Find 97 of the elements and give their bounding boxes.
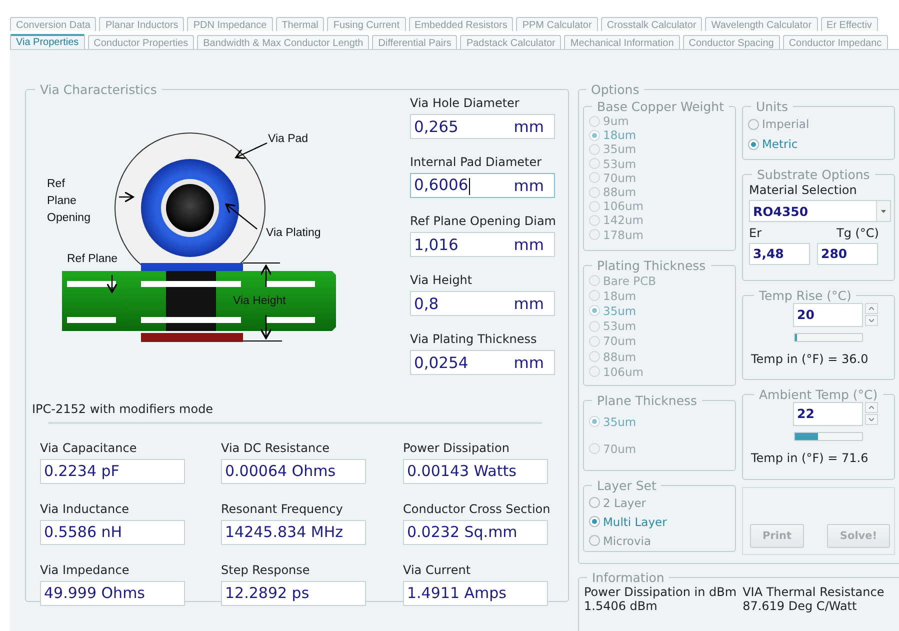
field-label: Tg (°C): [836, 226, 879, 240]
diagram-label: Ref Plane: [67, 252, 118, 267]
tab[interactable]: Via Properties: [10, 34, 85, 49]
tab[interactable]: Bandwidth & Max Conductor Length: [197, 35, 370, 49]
diagram-label: Via Pad: [268, 132, 308, 147]
panel-title: Via Characteristics: [39, 82, 158, 97]
radio-option[interactable]: Imperial: [748, 114, 889, 134]
result-label: Via DC Resistance: [221, 440, 331, 457]
result-field: 12.2892 ps: [221, 581, 366, 606]
radio-option[interactable]: Metric: [748, 134, 889, 154]
field-label: Ref Plane Opening Diam: [410, 213, 556, 230]
group-title: Plane Thickness: [596, 393, 698, 408]
result-field: 1.4911 Amps: [403, 581, 548, 606]
tab[interactable]: Mechanical Information: [564, 35, 680, 49]
temperature-input[interactable]: 20: [793, 303, 863, 327]
tab[interactable]: Padstack Calculator: [460, 35, 562, 49]
diagram-label: Ref Plane Opening: [47, 177, 92, 226]
caret-down-icon: [869, 319, 874, 322]
input-field[interactable]: 0,8 mm: [410, 291, 555, 316]
leader-line: [235, 142, 268, 160]
material-dropdown[interactable]: RO4350: [749, 200, 891, 222]
result-label: Via Capacitance: [40, 440, 138, 457]
tab[interactable]: PDN Impedance: [187, 17, 273, 31]
dropdown-caret-icon: [881, 210, 886, 212]
info-value: 1.5406 dBm: [584, 599, 658, 613]
tab[interactable]: Conductor Impedanc: [782, 35, 888, 49]
result-field: 0.00143 Watts: [403, 459, 548, 484]
result-field: 14245.834 MHz: [221, 520, 366, 545]
group-title: Substrate Options: [756, 167, 871, 182]
tab[interactable]: Conductor Spacing: [682, 35, 780, 49]
result-label: Power Dissipation: [403, 440, 510, 457]
info-value: 87.619 Deg C/Watt: [742, 599, 858, 613]
temperature-input[interactable]: 22: [793, 402, 863, 426]
caret-up-icon: [869, 406, 874, 409]
tab[interactable]: Thermal: [276, 17, 324, 31]
leader-line: [225, 203, 258, 230]
spin-down-button[interactable]: [865, 315, 878, 326]
group-title: Temp Rise (°C): [758, 288, 852, 303]
group-title: Plating Thickness: [596, 258, 707, 273]
field-label: Via Plating Thickness: [410, 331, 538, 348]
tab[interactable]: Wavelength Calculator: [705, 17, 818, 31]
slider-track[interactable]: [794, 432, 863, 441]
field-label: Material Selection: [749, 183, 858, 197]
result-label: Conductor Cross Section: [403, 501, 552, 518]
group-title: Ambient Temp (°C): [758, 387, 879, 402]
result-field: 0.2234 pF: [40, 459, 185, 484]
input-field[interactable]: 1,016 mm: [410, 232, 555, 257]
tab[interactable]: Conversion Data: [10, 17, 96, 31]
diagram-label: Via Height: [233, 294, 286, 309]
radio-option[interactable]: Microvia: [589, 531, 730, 550]
field-label: Via Hole Diameter: [410, 95, 520, 112]
tab[interactable]: Crosstalk Calculator: [600, 17, 702, 31]
temperature-reading: Temp in (°F) = 71.6: [751, 451, 870, 465]
radio-option[interactable]: Multi Layer: [589, 512, 730, 531]
result-field: 49.999 Ohms: [40, 581, 185, 606]
input-field[interactable]: 0,6006 mm: [410, 173, 555, 198]
result-label: Step Response: [221, 562, 311, 579]
tab[interactable]: PPM Calculator: [516, 17, 598, 31]
result-field: 0.5586 nH: [40, 520, 185, 545]
group-title: Base Copper Weight: [596, 99, 726, 114]
result-label: Via Inductance: [40, 501, 130, 518]
info-label: Power Dissipation in dBm: [584, 585, 737, 599]
field-label: Internal Pad Diameter: [410, 154, 543, 171]
result-field: 0.0232 Sq.mm: [403, 520, 548, 545]
input-field[interactable]: 0,0254 mm: [410, 350, 555, 375]
tg-input[interactable]: 280: [817, 243, 878, 265]
info-label: VIA Thermal Resistance: [742, 585, 884, 599]
caret-up-icon: [869, 307, 874, 310]
result-label: Via Current: [403, 562, 472, 579]
result-label: Resonant Frequency: [221, 501, 344, 518]
er-input[interactable]: 3,48: [749, 243, 810, 265]
temperature-reading: Temp in (°F) = 36.0: [751, 352, 870, 366]
caret-down-icon: [869, 418, 874, 421]
panel-title: Options: [590, 82, 640, 97]
input-field[interactable]: 0,265 mm: [410, 114, 555, 139]
panel-title: Information: [591, 570, 666, 585]
result-label: Via Impedance: [40, 562, 130, 579]
radio-option[interactable]: 2 Layer: [589, 493, 730, 512]
leader-line: [106, 275, 118, 293]
result-field: 0.00064 Ohms: [221, 459, 366, 484]
group-title: Layer Set: [596, 478, 658, 493]
diagram-label: Via Plating: [266, 226, 321, 241]
tab[interactable]: Differential Pairs: [372, 35, 458, 49]
field-label: Er: [749, 226, 762, 240]
field-label: Via Height: [410, 272, 474, 289]
tab[interactable]: Fusing Current: [327, 17, 406, 31]
spin-up-button[interactable]: [865, 402, 878, 413]
mode-text: IPC-2152 with modifiers mode: [32, 402, 214, 416]
tab[interactable]: Er Effectiv: [820, 17, 878, 31]
leader-line: [119, 191, 134, 203]
slider-track[interactable]: [794, 333, 863, 342]
tab[interactable]: Conductor Properties: [88, 35, 194, 49]
spin-down-button[interactable]: [865, 414, 878, 425]
tab[interactable]: Planar Inductors: [99, 17, 184, 31]
tab[interactable]: Embedded Resistors: [408, 17, 514, 31]
group-title: Units: [755, 99, 789, 114]
spin-up-button[interactable]: [865, 303, 878, 314]
